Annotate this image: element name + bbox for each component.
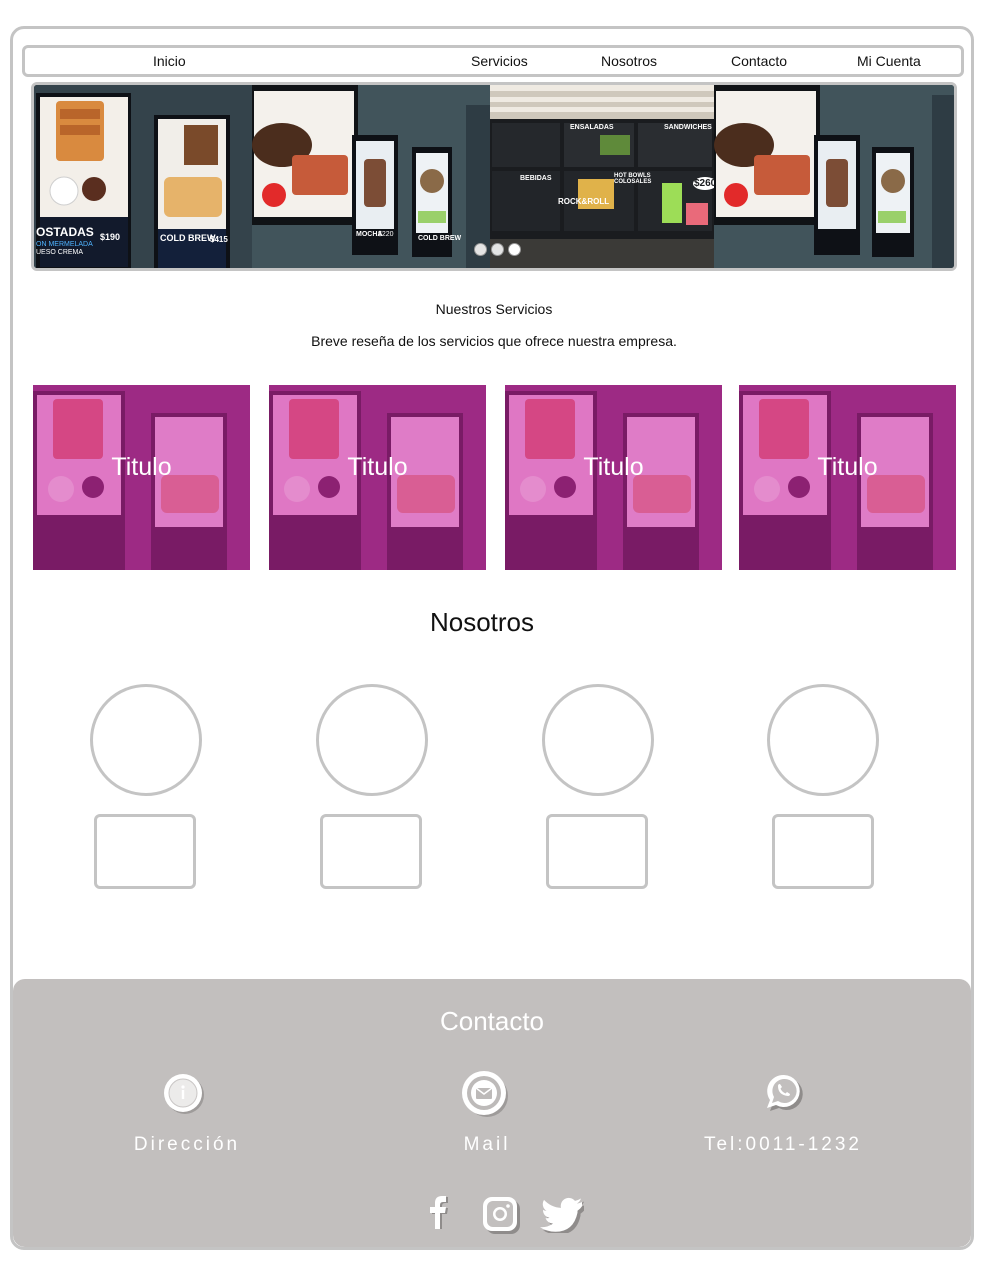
member-avatar-3 xyxy=(542,684,654,796)
facebook-icon[interactable] xyxy=(423,1193,449,1234)
info-icon[interactable] xyxy=(163,1073,205,1120)
carousel-dot-1[interactable] xyxy=(474,243,487,256)
menu-text-tostadas-price: $190 xyxy=(100,232,121,242)
service-card-2[interactable]: Titulo xyxy=(269,385,486,570)
instagram-icon[interactable] xyxy=(481,1195,523,1242)
mail-icon[interactable] xyxy=(461,1070,509,1123)
menu-text-price-260: $260 xyxy=(693,177,714,190)
nav-mi-cuenta[interactable]: Mi Cuenta xyxy=(857,53,921,69)
contact-mail-label: Mail xyxy=(463,1134,511,1155)
about-heading: Nosotros xyxy=(429,607,535,637)
menu-text-cold-brew-2: COLD BREW xyxy=(418,235,462,242)
nav-contacto[interactable]: Contacto xyxy=(731,53,787,69)
carousel-dot-2[interactable] xyxy=(491,243,504,256)
menu-text-tostadas: OSTADAS xyxy=(36,225,94,239)
nav-nosotros[interactable]: Nosotros xyxy=(601,53,657,69)
menu-text-rock-roll: ROCK&ROLL xyxy=(558,197,610,206)
hero-slide-screens-right xyxy=(714,85,954,268)
services-subtitle: Breve reseña de los servicios que ofrece… xyxy=(311,333,677,349)
whatsapp-icon[interactable] xyxy=(763,1072,809,1123)
contact-heading: Contacto xyxy=(439,1006,545,1036)
service-card-title: Titulo xyxy=(347,453,408,481)
member-info-2 xyxy=(320,814,422,889)
menu-text-bebidas: BEBIDAS xyxy=(520,175,552,182)
contact-direccion-label: Dirección xyxy=(133,1134,241,1155)
twitter-icon[interactable] xyxy=(540,1195,585,1238)
service-card-1[interactable]: Titulo xyxy=(33,385,250,570)
service-card-title: Titulo xyxy=(817,453,878,481)
service-card-title: Titulo xyxy=(111,453,172,481)
menu-text-price-220: $220 xyxy=(378,231,394,238)
service-card-3[interactable]: Titulo xyxy=(505,385,722,570)
hero-carousel[interactable]: OSTADAS $190 ON MERMELADA UESO CREMA COL… xyxy=(31,82,957,271)
hero-slide-menu-boards: OSTADAS $190 ON MERMELADA UESO CREMA COL… xyxy=(34,85,252,268)
service-card-title: Titulo xyxy=(583,453,644,481)
menu-text-ensaladas: ENSALADAS xyxy=(570,124,614,131)
page-frame: Inicio Servicios Nosotros Contacto Mi Cu… xyxy=(10,26,974,1250)
member-info-4 xyxy=(772,814,874,889)
top-navigation: Inicio Servicios Nosotros Contacto Mi Cu… xyxy=(22,45,964,77)
nav-inicio[interactable]: Inicio xyxy=(153,53,186,69)
menu-text-sandwiches: SANDWICHES xyxy=(664,124,712,131)
member-avatar-4 xyxy=(767,684,879,796)
member-info-1 xyxy=(94,814,196,889)
service-card-4[interactable]: Titulo xyxy=(739,385,956,570)
services-heading: Nuestros Servicios xyxy=(435,301,553,317)
member-avatar-1 xyxy=(90,684,202,796)
menu-text-cold-brew: COLD BREW xyxy=(160,233,216,243)
contact-telefono-label: Tel:0011-1232 xyxy=(703,1134,863,1155)
menu-text-hot-bowls: HOT BOWLS COLOSALES xyxy=(614,173,652,185)
member-info-3 xyxy=(546,814,648,889)
hero-slide-menu-wall: ENSALADAS SANDWICHES BEBIDAS HOT BOWLS C… xyxy=(490,85,714,268)
carousel-indicators xyxy=(474,243,521,256)
nav-servicios[interactable]: Servicios xyxy=(471,53,528,69)
carousel-dot-3[interactable] xyxy=(508,243,521,256)
menu-text-mermelada: ON MERMELADA xyxy=(36,241,93,248)
contact-footer: Contacto Dirección Mail Tel:0011-1232 xyxy=(13,979,971,1247)
menu-text-queso: UESO CREMA xyxy=(36,249,84,256)
menu-text-cold-brew-price: $415 xyxy=(210,235,228,244)
screens-illustration-right xyxy=(714,85,954,268)
hero-slide-screens-left: MOCHA COLD BREW $220 xyxy=(252,85,490,268)
member-avatar-2 xyxy=(316,684,428,796)
